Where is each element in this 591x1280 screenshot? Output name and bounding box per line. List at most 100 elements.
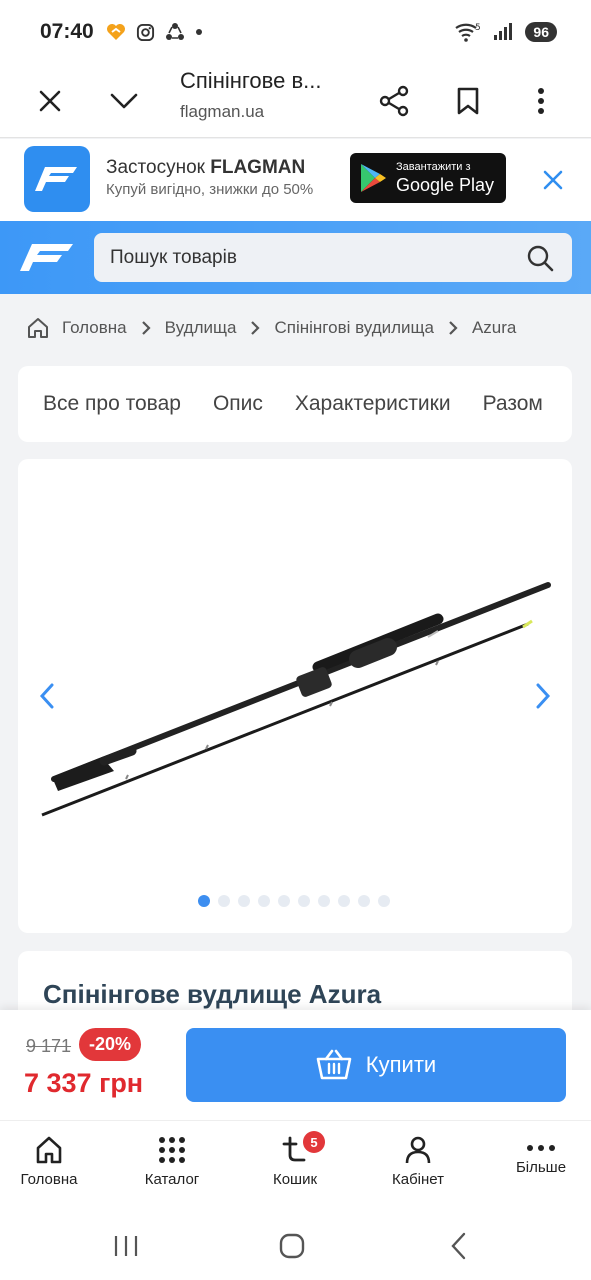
cell-signal-icon bbox=[494, 23, 513, 40]
site-logo[interactable] bbox=[18, 241, 74, 278]
bookmark-button[interactable] bbox=[448, 81, 488, 121]
more-notifications-dot-icon bbox=[195, 29, 202, 35]
battery-indicator: 96 bbox=[525, 22, 557, 42]
nav-account-label: Кабінет bbox=[391, 1171, 444, 1188]
gallery-dot[interactable] bbox=[358, 895, 370, 907]
wifi-signal-label: 5 bbox=[475, 23, 481, 33]
system-navigation-bar bbox=[0, 1206, 591, 1280]
flagman-logo-icon bbox=[35, 167, 77, 191]
chevron-left-icon bbox=[39, 683, 54, 709]
chevron-right-icon bbox=[536, 683, 551, 709]
flagman-app-logo[interactable] bbox=[24, 146, 90, 212]
app-banner-subtitle: Купуй вигідно, знижки до 50% bbox=[106, 181, 314, 198]
nav-home-label: Головна bbox=[20, 1171, 78, 1188]
more-vertical-icon bbox=[538, 88, 544, 114]
google-play-button[interactable]: Завантажити з Google Play bbox=[350, 153, 506, 203]
tab-all-about[interactable]: Все про товар bbox=[43, 392, 181, 416]
share-icon bbox=[379, 85, 409, 117]
close-banner-button[interactable] bbox=[538, 165, 568, 195]
sync-app-icon bbox=[165, 23, 184, 40]
page-title[interactable]: Спінінгове в... bbox=[180, 68, 321, 94]
breadcrumb-spinning-rods[interactable]: Спінінгові вудилища bbox=[274, 318, 434, 338]
search-placeholder: Пошук товарів bbox=[110, 246, 237, 268]
nav-cart[interactable]: 5 Кошик bbox=[245, 1131, 345, 1188]
status-system-icons: 5 96 bbox=[455, 22, 557, 42]
page-url[interactable]: flagman.ua bbox=[180, 102, 264, 122]
chevron-down-icon bbox=[110, 93, 138, 109]
gallery-dot[interactable] bbox=[378, 895, 390, 907]
product-title: Спінінгове вудлище Azura bbox=[43, 979, 382, 1009]
instagram-icon bbox=[136, 23, 154, 41]
google-play-line1: Завантажити з bbox=[396, 161, 471, 173]
gallery-next-button[interactable] bbox=[528, 681, 558, 711]
buy-bar: 9 171 -20% 7 337 грн Купити bbox=[0, 1010, 591, 1120]
current-price: 7 337 грн bbox=[24, 1068, 144, 1098]
site-header: Пошук товарів bbox=[0, 221, 591, 294]
status-notification-icons bbox=[106, 22, 203, 42]
breadcrumb: Головна Вудлища Спінінгові вудилища Azur… bbox=[26, 313, 591, 343]
old-price: 9 171 bbox=[26, 1036, 72, 1056]
close-tab-button[interactable] bbox=[30, 81, 70, 121]
tab-description[interactable]: Опис bbox=[213, 392, 263, 416]
home-system-button[interactable] bbox=[274, 1228, 310, 1264]
nav-catalog-label: Каталог bbox=[144, 1171, 200, 1188]
chevron-right-icon bbox=[141, 320, 151, 336]
heart-app-icon bbox=[106, 24, 125, 40]
grid-dots-icon bbox=[159, 1137, 185, 1163]
browser-toolbar: Спінінгове в... flagman.ua bbox=[0, 64, 591, 138]
minimize-tab-button[interactable] bbox=[104, 81, 144, 121]
tab-together[interactable]: Разом bbox=[483, 392, 543, 416]
product-gallery bbox=[18, 459, 572, 933]
home-circle-icon bbox=[279, 1233, 305, 1259]
back-system-button[interactable] bbox=[440, 1228, 476, 1264]
breadcrumb-home[interactable]: Головна bbox=[62, 318, 127, 338]
nav-account[interactable]: Кабінет bbox=[368, 1135, 468, 1188]
chevron-right-icon bbox=[448, 320, 458, 336]
nav-home[interactable]: Головна bbox=[0, 1135, 99, 1188]
share-button[interactable] bbox=[374, 81, 414, 121]
breadcrumb-rods[interactable]: Вудлища bbox=[165, 318, 237, 338]
more-options-button[interactable] bbox=[521, 81, 561, 121]
gallery-dot[interactable] bbox=[338, 895, 350, 907]
discount-badge: -20% bbox=[79, 1028, 141, 1061]
wifi-icon: 5 bbox=[455, 23, 481, 42]
nav-more-label: Більше bbox=[515, 1159, 567, 1176]
chevron-right-icon bbox=[250, 320, 261, 336]
search-input[interactable]: Пошук товарів bbox=[94, 233, 572, 282]
cart-count-badge: 5 bbox=[303, 1131, 325, 1153]
bottom-navigation: Головна Каталог 5 Кошик Кабінет Більше bbox=[0, 1120, 591, 1206]
google-play-icon bbox=[361, 164, 386, 192]
app-banner-title-prefix: Застосунок bbox=[106, 157, 211, 178]
gallery-dot[interactable] bbox=[258, 895, 270, 907]
home-icon bbox=[36, 1136, 62, 1164]
nav-catalog[interactable]: Каталог bbox=[122, 1135, 222, 1188]
search-icon[interactable] bbox=[526, 244, 554, 272]
home-icon[interactable] bbox=[26, 316, 50, 340]
product-tabs: Все про товар Опис Характеристики Разом bbox=[18, 366, 572, 442]
flagman-logo-icon bbox=[20, 244, 73, 271]
nav-cart-label: Кошик bbox=[272, 1171, 318, 1188]
breadcrumb-azura[interactable]: Azura bbox=[472, 318, 516, 338]
recent-apps-icon bbox=[114, 1236, 138, 1256]
tab-characteristics[interactable]: Характеристики bbox=[295, 392, 451, 416]
gallery-dot[interactable] bbox=[218, 895, 230, 907]
gallery-pagination bbox=[198, 895, 390, 907]
bookmark-icon bbox=[457, 87, 479, 115]
buy-button[interactable]: Купити bbox=[186, 1028, 566, 1102]
recent-apps-button[interactable] bbox=[108, 1228, 144, 1264]
status-bar: 07:40 5 96 bbox=[0, 0, 591, 64]
close-icon bbox=[39, 90, 61, 112]
buy-button-label: Купити bbox=[365, 1052, 437, 1077]
app-install-banner: Застосунок FLAGMAN Купуй вигідно, знижки… bbox=[0, 139, 591, 221]
basket-icon bbox=[316, 1049, 352, 1080]
gallery-dot[interactable] bbox=[238, 895, 250, 907]
product-image[interactable] bbox=[18, 459, 572, 933]
gallery-dot[interactable] bbox=[278, 895, 290, 907]
more-horizontal-icon bbox=[527, 1145, 555, 1151]
app-banner-brand: FLAGMAN bbox=[210, 157, 306, 178]
gallery-dot[interactable] bbox=[198, 895, 210, 907]
gallery-dot[interactable] bbox=[318, 895, 330, 907]
gallery-dot[interactable] bbox=[298, 895, 310, 907]
nav-more[interactable]: Більше bbox=[491, 1143, 591, 1176]
gallery-prev-button[interactable] bbox=[32, 681, 62, 711]
